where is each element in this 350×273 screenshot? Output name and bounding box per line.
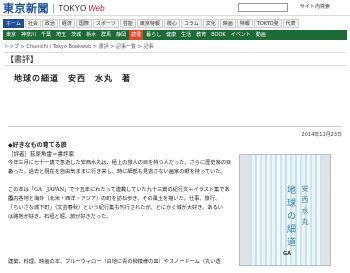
nav-tab-0[interactable]: ホーム <box>3 19 24 28</box>
article-subheading: ◆好きなもの育てる旅 <box>8 142 67 149</box>
article-reviewer: ［評者］荻原魚雷＝書評家 <box>8 152 75 158</box>
nav-tab-14[interactable]: 代表 <box>282 19 299 28</box>
nav-tab-2[interactable]: 政治 <box>41 19 58 28</box>
site-logo[interactable]: 東京新聞 | TOKYO Web <box>3 1 105 15</box>
nav-tab-3[interactable]: 経済 <box>58 19 75 28</box>
nav-tab-4[interactable]: 国際 <box>75 19 92 28</box>
nav-tab-13[interactable]: TOKYO発 <box>253 19 282 28</box>
nav-tab-8[interactable]: 核心 <box>163 19 180 28</box>
category-tab-13[interactable]: BOOK <box>209 30 228 40</box>
section-label: 【書評】 <box>4 52 346 66</box>
nav-tab-1[interactable]: 社会 <box>24 19 41 28</box>
breadcrumb[interactable]: トップ > Chunichi / Tokyo Bookweb > 書評 > 記事… <box>4 43 153 50</box>
nav-tab-7[interactable]: 東京特報 <box>136 19 163 28</box>
nav-tab-6[interactable]: 芸能 <box>119 19 136 28</box>
category-tab-11[interactable]: 生活 <box>179 30 193 40</box>
nav-tab-10[interactable]: 文化 <box>202 19 219 28</box>
category-tab-7[interactable]: 静岡 <box>114 30 128 40</box>
logo-main-text: 東京新聞 <box>3 2 49 15</box>
nav-tab-9[interactable]: コラム <box>180 19 202 28</box>
book-cover-image: 地球の細道 安西水丸 GA <box>239 154 331 266</box>
nav-tab-12[interactable]: 特報 <box>236 19 253 28</box>
category-tab-3[interactable]: 埼玉 <box>54 30 68 40</box>
category-tab-5[interactable]: 栃木 <box>84 30 98 40</box>
book-cover-title: 地球の細道 <box>285 185 295 250</box>
site-search-link[interactable]: サイト内検索 <box>300 3 330 10</box>
category-tab-1[interactable]: 神奈川 <box>19 30 38 40</box>
category-tab-2[interactable]: 千葉 <box>39 30 53 40</box>
logo-sub-text: TOKYO <box>58 3 87 13</box>
category-tab-12[interactable]: 教育 <box>194 30 208 40</box>
category-tab-6[interactable]: 群馬 <box>99 30 113 40</box>
site-header: 東京新聞 | TOKYO Web サイト内検索 <box>0 0 350 16</box>
paragraph-1-cont: あった。過去と現在を自由気ままに行き来し、時に細部も見逃さない画家の眼を持ってい… <box>8 169 226 175</box>
category-tab-0[interactable]: 東京 <box>4 30 18 40</box>
book-cover-author: 安西水丸 <box>301 185 309 229</box>
category-tab-14[interactable]: イベント <box>229 30 253 40</box>
article-title: 地球の細道 安西 水丸 著 <box>14 73 131 83</box>
category-tab-8[interactable]: 読書 <box>129 30 144 40</box>
article-date: 2014年11月23日 <box>301 132 342 138</box>
category-tab-4[interactable]: 茨城 <box>69 30 83 40</box>
divider <box>8 126 342 127</box>
paragraph-2-cont2: 「ちいさな城下町」（文芸春秋）という紀行集も刊行されたが、とにかく城が大好き。あ… <box>8 205 223 211</box>
paragraph-2-cont3: は路地が好き。石垣と堀、旅が好きだった。 <box>8 214 112 220</box>
category-nav: 東京 神奈川 千葉 埼玉 茨城 栃木 群馬 静岡 読書 暮らし 健康 生活 教育 BOOK イベント 動画 <box>3 30 347 40</box>
category-tab-15[interactable]: 動画 <box>254 30 268 40</box>
category-tab-10[interactable]: 健康 <box>164 30 178 40</box>
nav-tab-5[interactable]: スポーツ <box>92 19 119 28</box>
paragraph-2-cont: 国内各地と海外（北米・西洋・アジア）の町を訪ね歩き、その風土を描いた。仕事、旅行… <box>8 196 221 202</box>
nav-tab-11[interactable]: 映画 <box>219 19 236 28</box>
main-nav: ホーム 社会 政治 経済 国際 スポーツ 芸能 東京特報 核心 コラム 文化 映画 特報 TOKYO発 代表 <box>3 19 347 29</box>
book-cover-publisher-mark: GA <box>283 251 291 257</box>
logo-separator: | <box>52 2 56 14</box>
search-input[interactable] <box>238 3 288 12</box>
logo-web-text: Web <box>88 3 105 13</box>
category-tab-9[interactable]: 暮らし <box>144 30 163 40</box>
